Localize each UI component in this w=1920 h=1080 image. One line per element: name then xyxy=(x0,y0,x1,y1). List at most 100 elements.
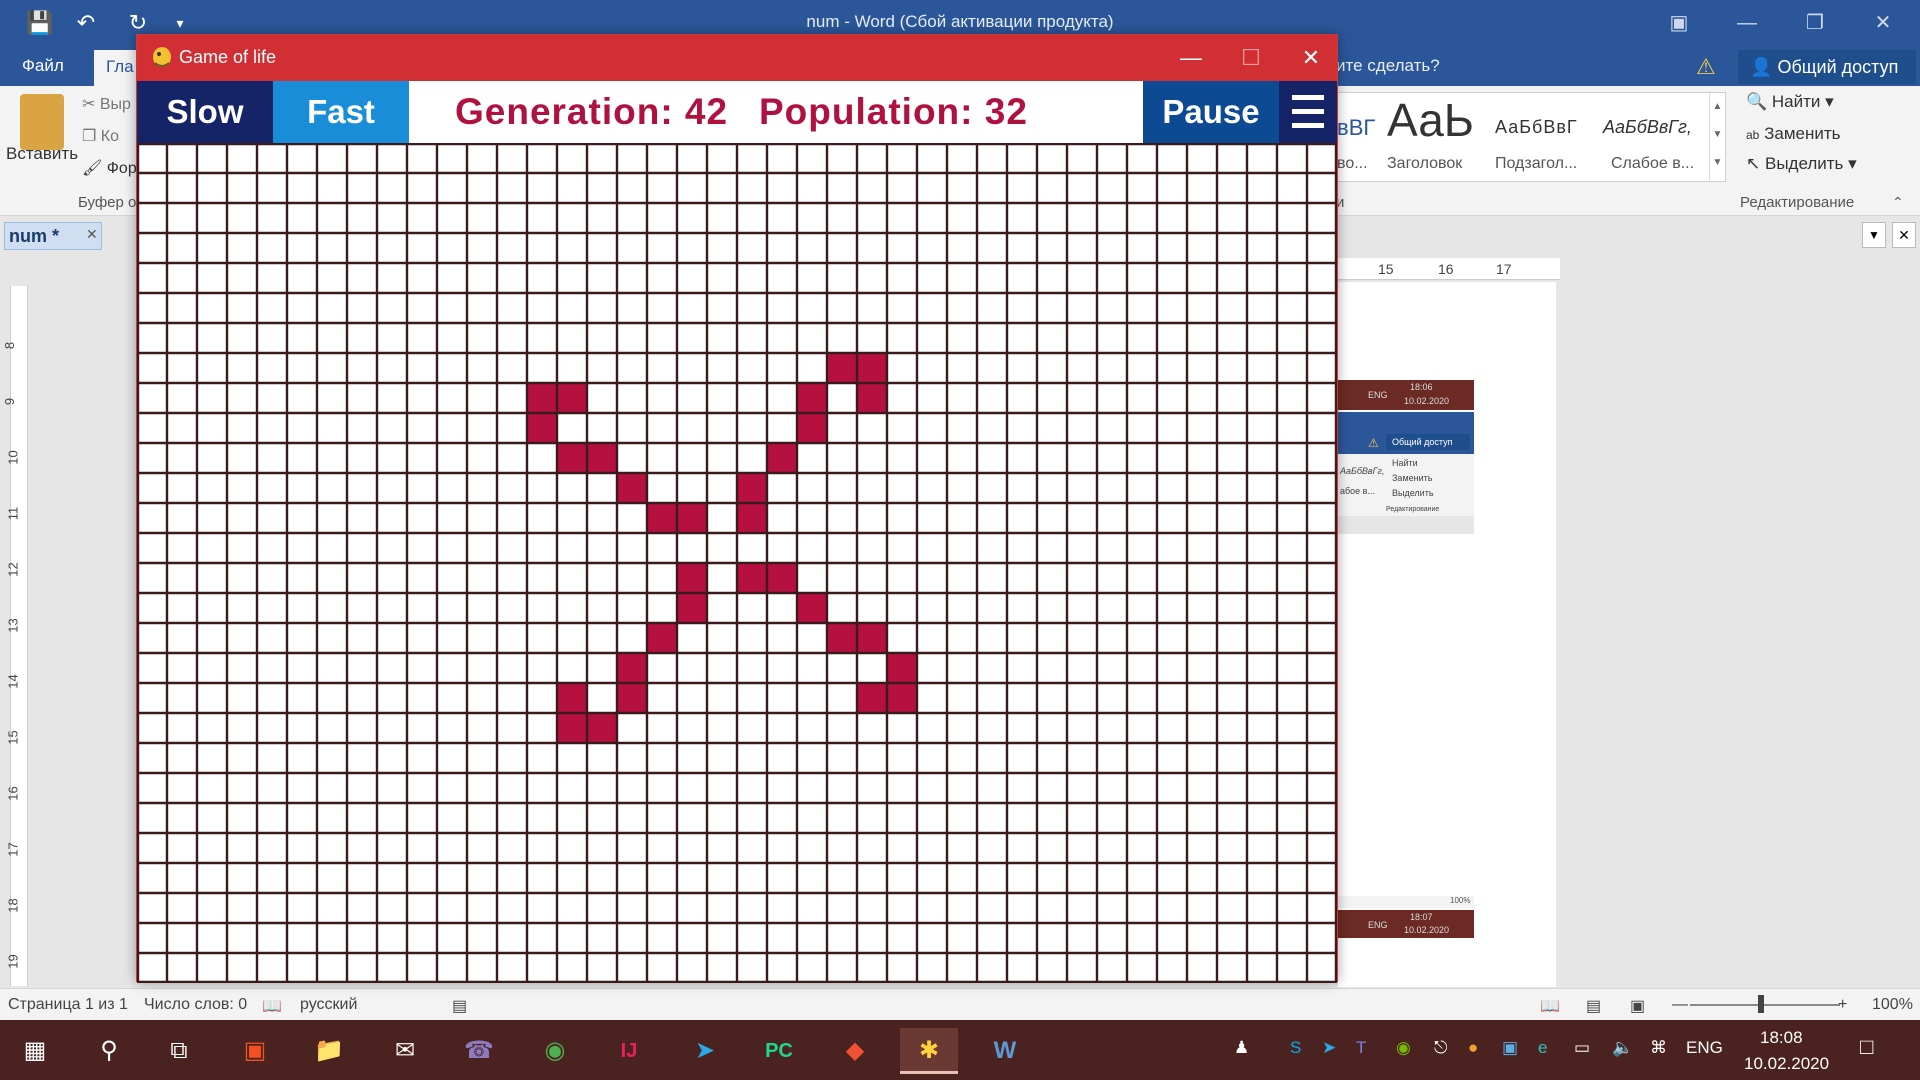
alive-cell[interactable] xyxy=(557,683,587,713)
fast-button[interactable]: Fast xyxy=(273,81,409,143)
teams-icon[interactable]: T xyxy=(1356,1038,1366,1058)
paste-icon[interactable] xyxy=(20,94,64,150)
alive-cell[interactable] xyxy=(827,353,857,383)
alive-cell[interactable] xyxy=(557,383,587,413)
style-sample[interactable]: АаБбВвГ xyxy=(1495,117,1578,138)
alive-cell[interactable] xyxy=(767,443,797,473)
usb-icon[interactable]: ⎋ xyxy=(1434,1038,1447,1058)
macro-icon[interactable]: ▤ xyxy=(452,996,467,1016)
alive-cell[interactable] xyxy=(797,383,827,413)
web-layout-icon[interactable]: ▣ xyxy=(1630,996,1645,1016)
game-titlebar[interactable]: Game of life — ☐ ✕ xyxy=(137,35,1337,81)
alive-cell[interactable] xyxy=(587,443,617,473)
word-icon[interactable]: W xyxy=(976,1028,1034,1074)
alive-cell[interactable] xyxy=(587,713,617,743)
language[interactable]: русский xyxy=(300,996,357,1014)
proofing-icon[interactable]: 📖 xyxy=(262,996,282,1016)
alive-cell[interactable] xyxy=(887,653,917,683)
word-minimize-button[interactable]: — xyxy=(1722,6,1772,40)
alive-cell[interactable] xyxy=(617,653,647,683)
warning-icon[interactable]: ⚠ xyxy=(1696,54,1716,80)
life-grid[interactable] xyxy=(137,143,1337,983)
clock-date[interactable]: 10.02.2020 xyxy=(1744,1054,1829,1074)
word-count[interactable]: Число слов: 0 xyxy=(144,996,247,1014)
alive-cell[interactable] xyxy=(617,683,647,713)
volume-icon[interactable]: 🔈 xyxy=(1612,1038,1633,1058)
chrome-icon[interactable]: ◉ xyxy=(526,1028,584,1074)
alive-cell[interactable] xyxy=(617,473,647,503)
edge-icon[interactable]: e xyxy=(1538,1038,1547,1058)
alive-cell[interactable] xyxy=(557,713,587,743)
alive-cell[interactable] xyxy=(647,503,677,533)
word-close-button[interactable]: ✕ xyxy=(1858,6,1908,40)
alive-cell[interactable] xyxy=(647,623,677,653)
page-count[interactable]: Страница 1 из 1 xyxy=(8,996,128,1014)
alive-cell[interactable] xyxy=(827,623,857,653)
select-button[interactable]: ↖ Выделить ▾ xyxy=(1746,154,1857,174)
telegram-icon[interactable]: ➤ xyxy=(676,1028,734,1074)
styles-gallery[interactable]: вВГ во... АаЬ Заголовок АаБбВвГ Подзагол… xyxy=(1336,92,1726,182)
windows-start-icon[interactable]: ▦ xyxy=(6,1028,64,1074)
alive-cell[interactable] xyxy=(857,683,887,713)
zoom-slider[interactable] xyxy=(1690,1004,1840,1006)
tab-file[interactable]: Файл xyxy=(22,56,64,76)
close-icon[interactable]: ✕ xyxy=(86,226,98,243)
menu-button[interactable] xyxy=(1279,81,1337,143)
alive-cell[interactable] xyxy=(737,563,767,593)
alive-cell[interactable] xyxy=(887,683,917,713)
game-close-button[interactable]: ✕ xyxy=(1283,39,1339,77)
format-painter-button[interactable]: 🖌 Фор xyxy=(82,158,137,178)
zoom-level[interactable]: 100% xyxy=(1872,996,1913,1014)
alive-cell[interactable] xyxy=(797,593,827,623)
close-icon[interactable]: ✕ xyxy=(1892,222,1916,248)
app-tray-icon[interactable]: ● xyxy=(1468,1038,1478,1058)
collapse-ribbon-icon[interactable]: ⌃ xyxy=(1892,194,1904,211)
zoom-out-icon[interactable]: — xyxy=(1672,996,1688,1014)
alive-cell[interactable] xyxy=(527,383,557,413)
wifi-icon[interactable]: ⌘ xyxy=(1650,1038,1667,1058)
find-button[interactable]: 🔍 Найти ▾ xyxy=(1746,92,1834,112)
intellij-icon[interactable]: IJ xyxy=(600,1028,658,1074)
alive-cell[interactable] xyxy=(737,473,767,503)
game-minimize-button[interactable]: — xyxy=(1163,39,1219,77)
tell-me-input[interactable]: ите сделать? xyxy=(1336,56,1440,76)
battery-icon[interactable]: ▭ xyxy=(1574,1038,1590,1058)
viber-icon[interactable]: ☎ xyxy=(450,1028,508,1074)
search-icon[interactable]: ⚲ xyxy=(80,1028,138,1074)
people-icon[interactable]: ♟ xyxy=(1234,1038,1249,1058)
style-sample[interactable]: вВГ xyxy=(1337,115,1375,141)
style-sample[interactable]: АаЬ xyxy=(1387,93,1474,147)
alive-cell[interactable] xyxy=(737,503,767,533)
read-mode-icon[interactable]: 📖 xyxy=(1540,996,1560,1016)
task-view-icon[interactable]: ⧉ xyxy=(150,1028,208,1074)
notification-icon[interactable]: □ xyxy=(1860,1034,1873,1060)
language-indicator[interactable]: ENG xyxy=(1686,1038,1723,1058)
copy-button[interactable]: ❐ Ко xyxy=(82,126,119,146)
store-icon[interactable]: ▣ xyxy=(226,1028,284,1074)
telegram-tray-icon[interactable]: ➤ xyxy=(1322,1038,1336,1058)
alive-cell[interactable] xyxy=(677,563,707,593)
alive-cell[interactable] xyxy=(677,503,707,533)
nvidia-icon[interactable]: ◉ xyxy=(1396,1038,1411,1058)
share-button[interactable]: 👤 Общий доступ xyxy=(1738,50,1916,84)
skype-icon[interactable]: S xyxy=(1290,1038,1301,1058)
git-icon[interactable]: ◆ xyxy=(826,1028,884,1074)
replace-button[interactable]: ab Заменить xyxy=(1746,124,1841,144)
clock-time[interactable]: 18:08 xyxy=(1760,1028,1803,1048)
alive-cell[interactable] xyxy=(677,593,707,623)
pause-button[interactable]: Pause xyxy=(1143,81,1279,143)
style-sample[interactable]: АаБбВвГг, xyxy=(1603,117,1692,138)
print-layout-icon[interactable]: ▤ xyxy=(1586,996,1601,1016)
alive-cell[interactable] xyxy=(857,353,887,383)
alive-cell[interactable] xyxy=(767,563,797,593)
explorer-icon[interactable]: 📁 xyxy=(300,1028,358,1074)
alive-cell[interactable] xyxy=(857,623,887,653)
gallery-scroll[interactable]: ▲ ▼ ▼ xyxy=(1709,93,1725,181)
ribbon-display-icon[interactable]: ▣ xyxy=(1654,6,1704,40)
mail-icon[interactable]: ✉ xyxy=(376,1028,434,1074)
pycharm-icon[interactable]: PC xyxy=(750,1028,808,1074)
game-maximize-button[interactable]: ☐ xyxy=(1223,39,1279,77)
zoom-in-icon[interactable]: + xyxy=(1838,996,1847,1014)
slow-button[interactable]: Slow xyxy=(137,81,273,143)
chevron-down-icon[interactable]: ▼ xyxy=(1862,222,1886,248)
